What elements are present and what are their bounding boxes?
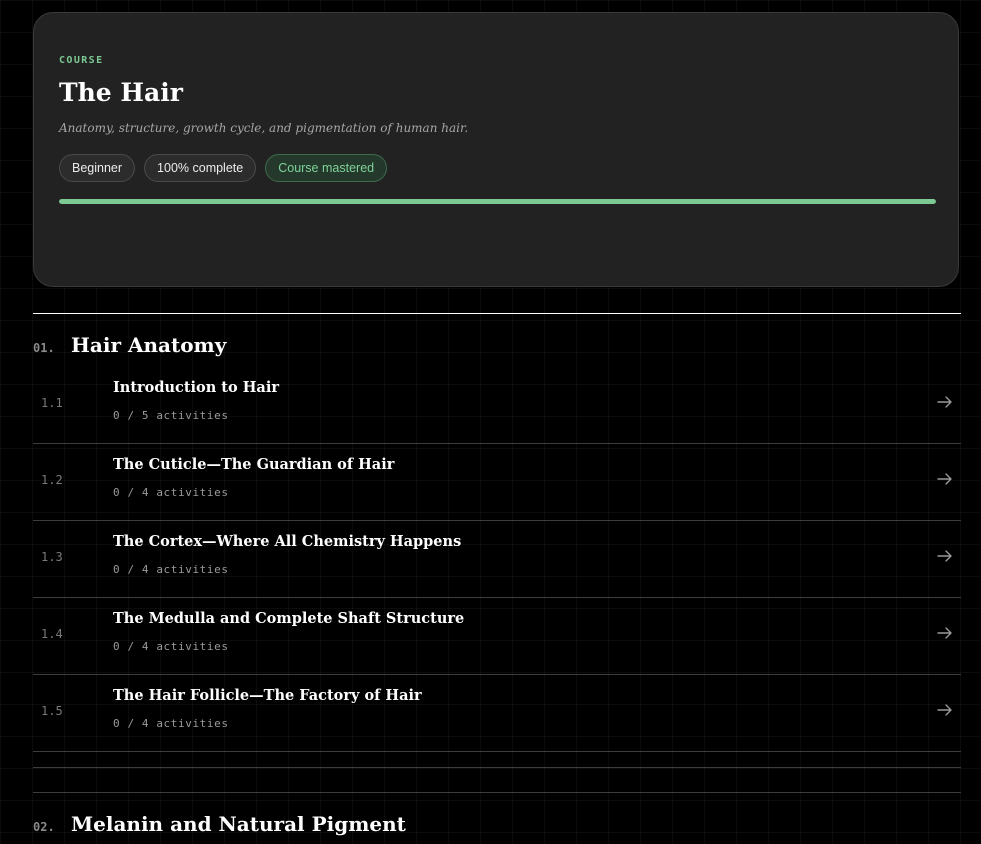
section-title: Hair Anatomy <box>71 333 227 357</box>
course-page: COURSE The Hair Anatomy, structure, grow… <box>0 0 981 844</box>
mastered-badge: Course mastered <box>265 154 388 182</box>
lesson-activity-count: 0 / 4 activities <box>113 640 229 653</box>
lesson-number: 1.2 <box>41 473 63 487</box>
level-badge: Beginner <box>59 154 136 182</box>
arrow-right-icon[interactable] <box>936 624 954 642</box>
course-eyebrow: COURSE <box>59 55 104 66</box>
lesson-title[interactable]: The Medulla and Complete Shaft Structure <box>113 610 464 627</box>
lesson-number: 1.5 <box>41 704 63 718</box>
course-title: The Hair <box>59 78 183 107</box>
section-hair-anatomy: 01. Hair Anatomy 1.1 Introduction to Hai… <box>33 313 961 768</box>
lesson-activity-count: 0 / 4 activities <box>113 486 229 499</box>
arrow-right-icon[interactable] <box>936 470 954 488</box>
arrow-right-icon[interactable] <box>936 701 954 719</box>
lesson-title[interactable]: The Cortex—Where All Chemistry Happens <box>113 533 461 550</box>
lesson-activity-count: 0 / 4 activities <box>113 563 229 576</box>
lesson-activity-count: 0 / 5 activities <box>113 409 229 422</box>
lesson-row[interactable]: 1.1 Introduction to Hair 0 / 5 activitie… <box>33 367 961 444</box>
section-header: 02. Melanin and Natural Pigment <box>33 812 406 836</box>
lesson-number: 1.4 <box>41 627 63 641</box>
lesson-title[interactable]: Introduction to Hair <box>113 379 279 396</box>
course-progress-bar <box>59 199 936 204</box>
arrow-right-icon[interactable] <box>936 547 954 565</box>
course-header-card: COURSE The Hair Anatomy, structure, grow… <box>33 12 959 287</box>
lesson-activity-count: 0 / 4 activities <box>113 717 229 730</box>
course-description: Anatomy, structure, growth cycle, and pi… <box>59 121 469 135</box>
lesson-row[interactable]: 1.5 The Hair Follicle—The Factory of Hai… <box>33 675 961 752</box>
section-end-divider <box>33 767 961 768</box>
section-divider <box>33 313 961 314</box>
lesson-title[interactable]: The Cuticle—The Guardian of Hair <box>113 456 394 473</box>
lesson-number: 1.1 <box>41 396 63 410</box>
section-title: Melanin and Natural Pigment <box>71 812 406 836</box>
section-number: 01. <box>33 341 55 355</box>
lesson-row[interactable]: 1.3 The Cortex—Where All Chemistry Happe… <box>33 521 961 598</box>
lesson-row[interactable]: 1.2 The Cuticle—The Guardian of Hair 0 /… <box>33 444 961 521</box>
progress-badge: 100% complete <box>144 154 257 182</box>
lesson-title[interactable]: The Hair Follicle—The Factory of Hair <box>113 687 422 704</box>
section-header: 01. Hair Anatomy <box>33 333 226 357</box>
section-number: 02. <box>33 820 55 834</box>
section-divider <box>33 792 961 793</box>
lesson-row[interactable]: 1.4 The Medulla and Complete Shaft Struc… <box>33 598 961 675</box>
section-melanin: 02. Melanin and Natural Pigment <box>33 792 961 836</box>
lesson-number: 1.3 <box>41 550 63 564</box>
course-badges: Beginner 100% complete Course mastered <box>59 154 388 182</box>
course-progress-fill <box>59 199 936 204</box>
lesson-list: 1.1 Introduction to Hair 0 / 5 activitie… <box>33 367 961 752</box>
arrow-right-icon[interactable] <box>936 393 954 411</box>
